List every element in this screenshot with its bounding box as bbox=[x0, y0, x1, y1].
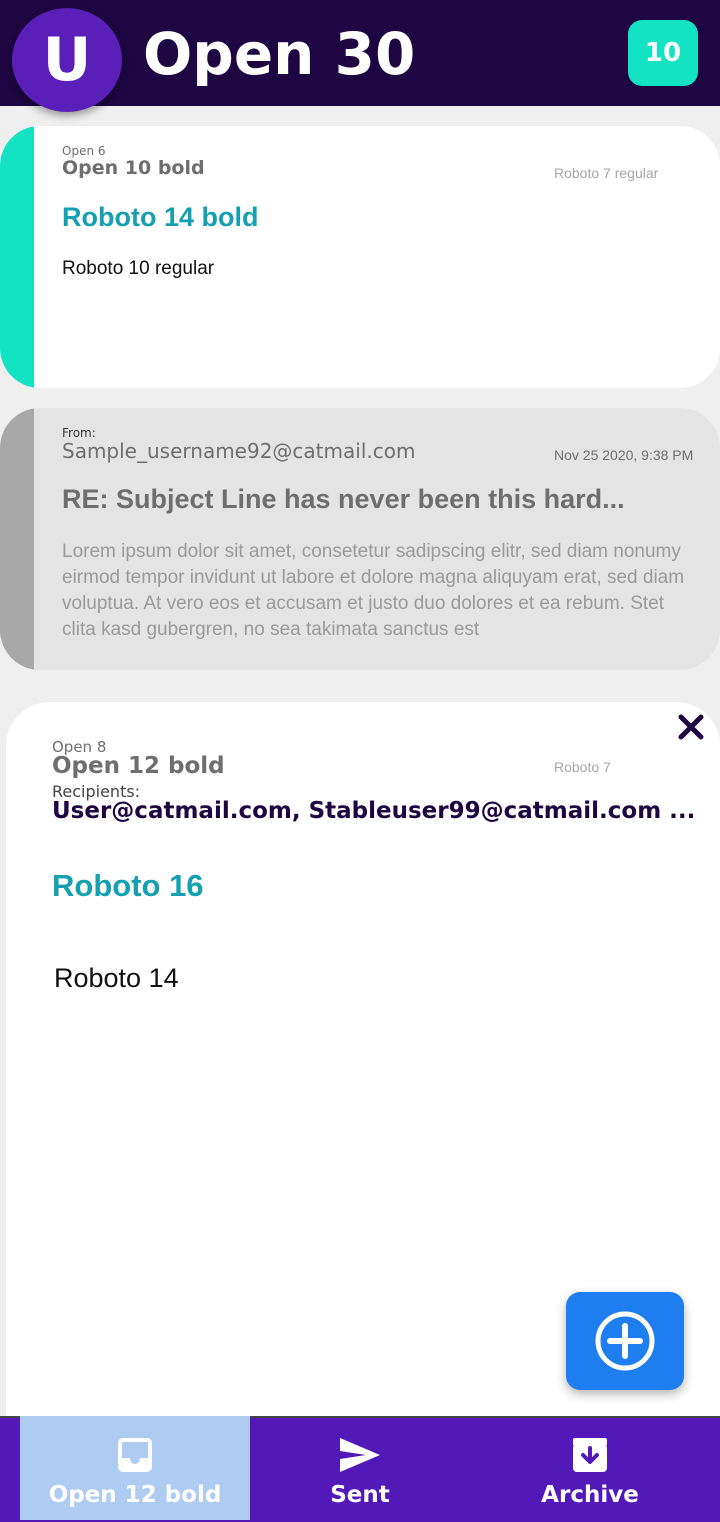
compose-button[interactable] bbox=[566, 1292, 684, 1390]
tab-label: Open 12 bold bbox=[48, 1482, 222, 1508]
read-stripe bbox=[0, 408, 34, 670]
message-subject: Roboto 14 bold bbox=[62, 202, 259, 232]
tab-sent[interactable]: Sent bbox=[250, 1416, 470, 1520]
tab-label: Archive bbox=[541, 1482, 639, 1508]
unread-stripe bbox=[0, 126, 34, 388]
message-label: Open 6 bbox=[62, 144, 106, 158]
message-preview: Roboto 10 regular bbox=[62, 258, 215, 279]
message-date: Nov 25 2020, 9:38 PM bbox=[554, 447, 694, 463]
message-label: From: bbox=[62, 426, 96, 440]
tab-inbox[interactable]: Open 12 bold bbox=[20, 1416, 250, 1520]
tab-archive[interactable]: Archive bbox=[470, 1416, 710, 1520]
page-title: Open 30 bbox=[143, 20, 416, 88]
inbox-icon bbox=[118, 1438, 152, 1472]
avatar[interactable]: U bbox=[12, 8, 122, 112]
close-icon[interactable] bbox=[676, 714, 706, 744]
message-sender: Open 10 bold bbox=[62, 157, 205, 179]
message-sender: Sample_username92@catmail.com bbox=[62, 439, 416, 463]
detail-subject: Roboto 16 bbox=[52, 868, 204, 903]
detail-date: Roboto 7 bbox=[554, 759, 611, 775]
add-circle-icon bbox=[595, 1311, 655, 1371]
unread-count-badge[interactable]: 10 bbox=[628, 20, 698, 86]
archive-icon bbox=[573, 1438, 607, 1472]
message-subject: RE: Subject Line has never been this har… bbox=[62, 484, 625, 514]
message-preview: Lorem ipsum dolor sit amet, consetetur s… bbox=[62, 541, 685, 640]
send-icon bbox=[340, 1438, 380, 1472]
tab-label: Sent bbox=[330, 1482, 390, 1508]
detail-sender: Open 12 bold bbox=[52, 753, 225, 779]
recipients-list: User@catmail.com, Stableuser99@catmail.c… bbox=[52, 798, 696, 824]
message-date: Roboto 7 regular bbox=[554, 165, 659, 181]
detail-body: Roboto 14 bbox=[54, 963, 179, 993]
